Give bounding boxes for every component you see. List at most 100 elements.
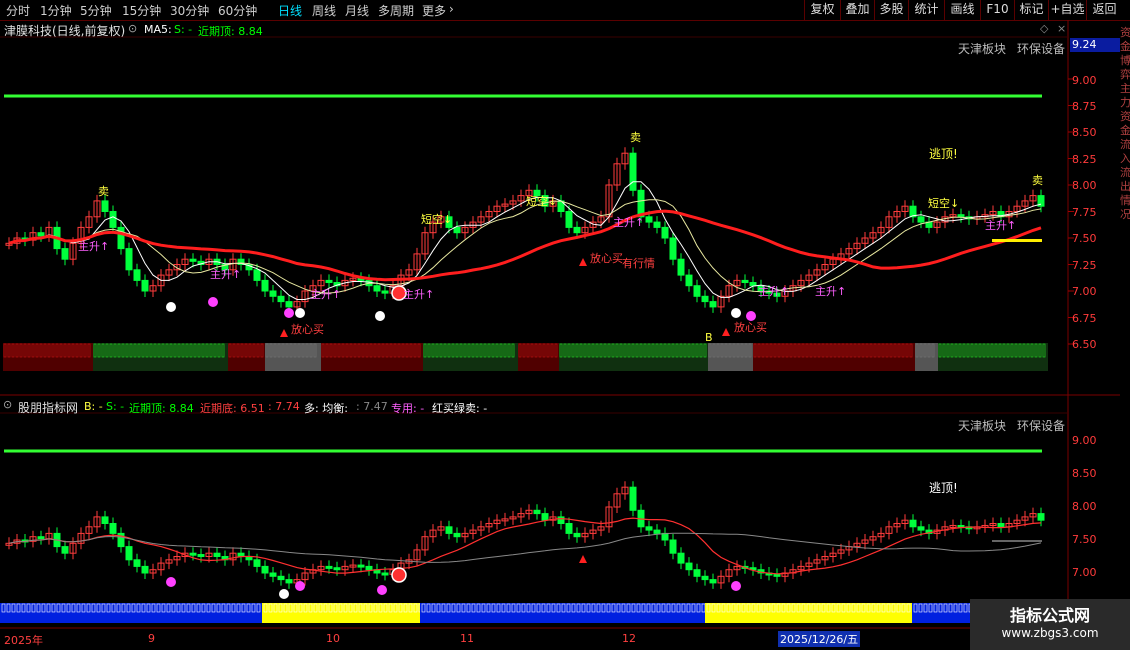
buy-safe-signal: 放心买 [734,321,767,334]
current-price-box: 9.24 [1070,38,1120,52]
candle-body [381,572,389,576]
candle-body [189,552,197,556]
candle-body [645,526,653,531]
candle-body [629,152,637,191]
candle-body [109,523,117,534]
candle-body [653,221,661,228]
watermark-title: 指标公式网 [1009,606,1090,625]
special-label: 专用: - [391,402,425,415]
candle-body [61,546,69,554]
candle-body [277,295,285,303]
candle-body [269,572,277,577]
market-signal: 有行情 [622,257,655,270]
candle-body [125,546,133,561]
candle-body [669,237,677,260]
sector-environment[interactable]: 环保设备 [1017,417,1065,434]
date-label: 11 [460,632,474,645]
b-marker: B [705,331,713,344]
buy-arrow-icon [722,328,730,336]
candle-body [261,279,269,292]
sector-environment[interactable]: 环保设备 [1017,40,1065,57]
recent-bottom-label: 近期底: 6.51 [200,402,265,415]
y-tick: 8.25 [1072,153,1097,166]
indicator-name: 股朋指标网 [18,401,79,415]
y-tick: 8.50 [1072,126,1097,139]
stock-title: 津膜科技(日线,前复权) [4,24,126,38]
candle-body [645,216,653,223]
candle-body [565,211,573,228]
candle-body [373,285,381,292]
candle-body [253,269,261,281]
trend-bar-segment [915,343,938,371]
candle-body [61,248,69,260]
diamond-icon[interactable]: ◇ [1040,22,1048,35]
candle-body [677,552,685,564]
candle-body [533,509,541,515]
flower-marker-icon [166,577,176,587]
candle-body [285,301,293,308]
date-label: 9 [148,632,155,645]
flower-marker-icon [731,308,741,318]
candle-body [213,552,221,558]
flower-marker-icon [295,308,305,318]
flower-marker-icon [731,581,741,591]
candle-body [997,523,1005,528]
trend-bar-segment [265,343,321,371]
flower-marker-icon [166,302,176,312]
candle-body [125,248,133,271]
y-tick: 7.00 [1072,285,1097,298]
candle-body [37,232,45,237]
collapse-icon[interactable]: ⊙ [3,398,12,411]
cursor-date-label: 2025/12/26/五 [778,631,861,647]
candle-body [261,565,269,574]
y-tick: 9.00 [1072,434,1097,447]
candle-body [629,486,637,511]
candle-body [677,258,685,276]
candle-body [693,569,701,577]
flower-marker-icon [208,297,218,307]
sector-tianjin[interactable]: 天津板块 [958,417,1006,434]
watermark-url: www.zbgs3.com [1001,626,1099,640]
candle-body [573,226,581,234]
collapse-icon[interactable]: ⊙ [128,22,137,35]
escape-top-signal: 逃顶! [929,481,958,495]
candle-body [325,279,333,284]
candle-body [325,565,333,569]
red-buy-green-sell-label: 红买绿卖: - [432,402,488,415]
candle-body [357,564,365,568]
sector-tianjin[interactable]: 天津板块 [958,40,1006,57]
buy-safe-signal: 放心买 [590,252,623,265]
main-up-signal: 主升↑ [815,285,847,298]
candle-body [333,567,341,571]
date-label: 10 [326,632,340,645]
candle-body [37,536,45,540]
flower-marker-icon [279,589,289,599]
candle-body [557,516,565,525]
buy-safe-signal: 放心买 [291,323,324,336]
y-tick: 7.75 [1072,206,1097,219]
s-value-label: S: - [106,400,125,413]
candle-body [709,579,717,584]
candle-body [565,523,573,534]
candle-body [133,559,141,567]
b-value-label: B: - [84,400,103,413]
candle-body [1037,513,1045,521]
candle-body [109,211,117,228]
signal-strip-segment [705,603,912,623]
site-watermark: 指标公式网 www.zbgs3.com [970,599,1130,650]
close-icon[interactable]: × [1057,22,1066,35]
candle-body [685,562,693,571]
main-up-signal: 主升↑ [310,288,342,301]
date-label: 12 [622,632,636,645]
kline-chart-canvas[interactable] [0,0,1130,650]
y-tick: 9.00 [1072,74,1097,87]
recent-peak-label: 近期顶: 8.84 [129,402,194,415]
y-tick: 8.75 [1072,100,1097,113]
flower-marker-icon [295,581,305,591]
candle-body [133,269,141,281]
candle-body [285,579,293,584]
y-tick: 7.00 [1072,566,1097,579]
candle-body [141,279,149,292]
candle-body [701,575,709,581]
candle-body [453,532,461,538]
